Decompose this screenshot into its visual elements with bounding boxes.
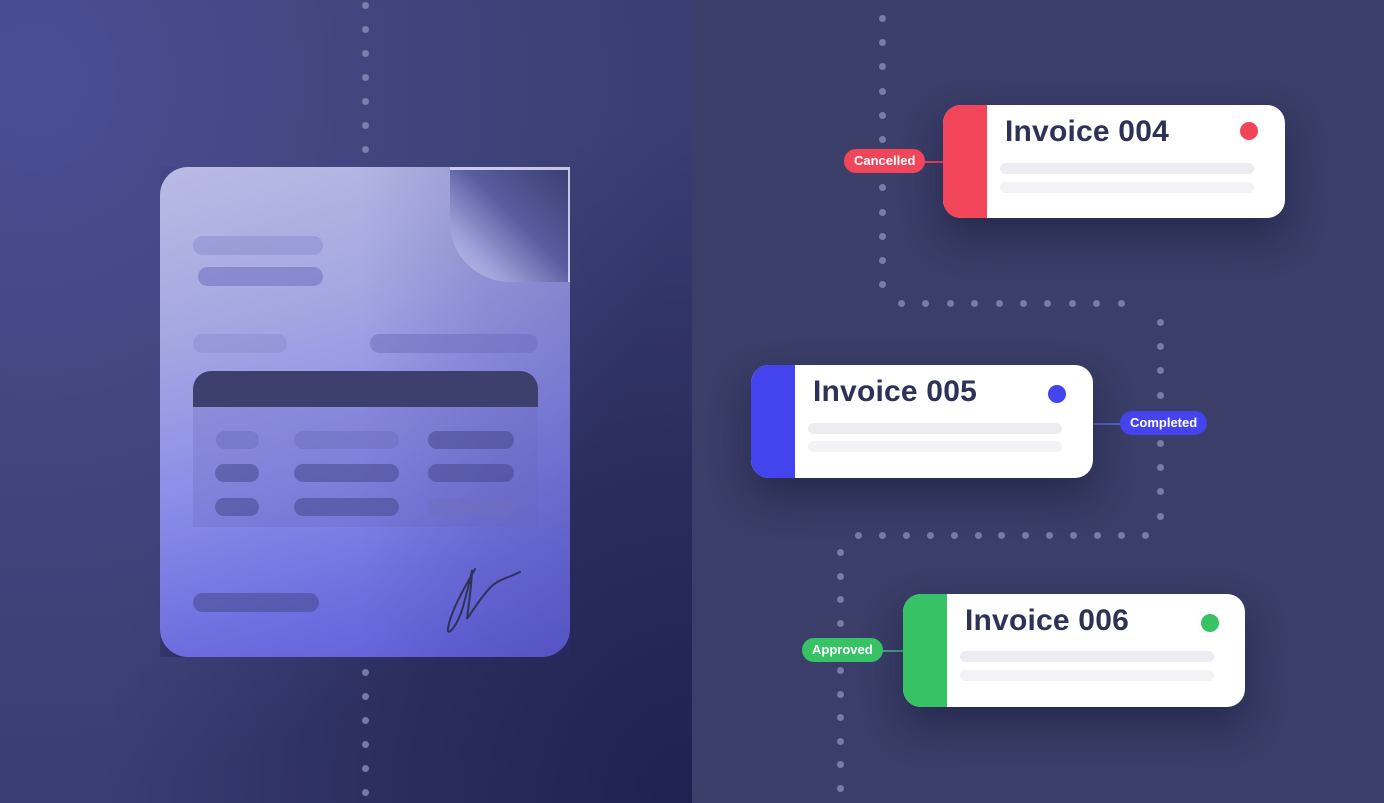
- table-cell: [215, 498, 259, 516]
- path-dot: [362, 122, 369, 129]
- path-dot: [879, 15, 886, 22]
- path-dot: [879, 257, 886, 264]
- path-dot: [837, 549, 844, 556]
- path-dot: [837, 737, 844, 745]
- path-dot: [879, 232, 886, 240]
- placeholder-line: [193, 593, 319, 612]
- placeholder-line: [370, 334, 538, 353]
- placeholder-line: [1000, 163, 1254, 174]
- path-dot: [837, 785, 844, 792]
- placeholder-line: [198, 267, 323, 286]
- path-dot: [362, 789, 369, 796]
- path-dot: [362, 741, 369, 748]
- table-cell: [428, 431, 514, 449]
- path-dot: [1117, 532, 1125, 539]
- path-dot: [1141, 532, 1149, 539]
- status-badge-approved: Approved: [802, 638, 883, 662]
- table-cell: [428, 498, 514, 516]
- invoice-title: Invoice 004: [1005, 115, 1169, 148]
- path-dot: [362, 693, 369, 700]
- invoice-card[interactable]: Invoice 004: [943, 105, 1285, 218]
- path-dot: [362, 765, 369, 772]
- table-header: [193, 371, 538, 407]
- table-cell: [215, 464, 259, 482]
- path-dot: [837, 572, 844, 580]
- invoice-document-icon: [160, 167, 570, 657]
- table-cell: [294, 464, 399, 482]
- placeholder-line: [193, 334, 287, 353]
- path-dot: [362, 50, 369, 57]
- status-dot-icon: [1201, 614, 1219, 632]
- table-cell: [294, 498, 399, 516]
- invoice-card[interactable]: Invoice 005: [751, 365, 1093, 478]
- path-dot: [995, 300, 1003, 307]
- path-dot: [362, 2, 369, 9]
- path-dot: [1094, 532, 1101, 539]
- path-dot: [926, 532, 934, 539]
- invoice-title: Invoice 005: [813, 375, 977, 408]
- path-dot: [950, 532, 958, 539]
- path-dot: [837, 619, 844, 627]
- status-badge-cancelled: Cancelled: [844, 149, 926, 173]
- status-stripe: [751, 365, 795, 478]
- path-dot: [362, 717, 369, 724]
- path-dot: [1157, 440, 1164, 447]
- placeholder-line: [960, 651, 1214, 662]
- status-stripe: [943, 105, 987, 218]
- invoice-title: Invoice 006: [965, 604, 1129, 637]
- path-dot: [362, 146, 369, 153]
- path-dot: [1157, 391, 1164, 399]
- path-dot: [879, 208, 886, 216]
- path-dot: [362, 669, 369, 676]
- placeholder-line: [1000, 182, 1254, 193]
- path-dot: [898, 300, 905, 307]
- path-dot: [1117, 300, 1125, 307]
- path-dot: [362, 98, 369, 105]
- path-dot: [879, 111, 886, 119]
- placeholder-line: [808, 423, 1062, 434]
- page-curl: [450, 167, 570, 282]
- placeholder-line: [960, 670, 1214, 681]
- status-stripe: [903, 594, 947, 707]
- path-dot: [902, 532, 910, 539]
- path-dot: [837, 667, 844, 674]
- path-dot: [362, 74, 369, 81]
- path-dot: [855, 532, 862, 539]
- placeholder-line: [193, 236, 323, 255]
- path-dot: [879, 87, 886, 95]
- connector-line: [1092, 423, 1122, 425]
- status-badge-completed: Completed: [1120, 411, 1208, 435]
- path-dot: [1157, 512, 1164, 520]
- path-dot: [878, 532, 886, 539]
- placeholder-line: [808, 441, 1062, 452]
- invoice-card[interactable]: Invoice 006: [903, 594, 1245, 707]
- path-dot: [946, 300, 954, 307]
- signature-icon: [446, 568, 521, 633]
- path-dot: [879, 136, 886, 143]
- path-dot: [362, 26, 369, 33]
- table-cell: [216, 431, 259, 449]
- table-cell: [428, 464, 514, 482]
- path-dot: [974, 532, 982, 539]
- status-dot-icon: [1240, 122, 1258, 140]
- path-dot: [1157, 319, 1164, 326]
- path-dot: [837, 690, 844, 698]
- status-dot-icon: [1048, 385, 1066, 403]
- path-dot: [1020, 300, 1027, 307]
- table-cell: [294, 431, 399, 449]
- path-dot: [1068, 300, 1076, 307]
